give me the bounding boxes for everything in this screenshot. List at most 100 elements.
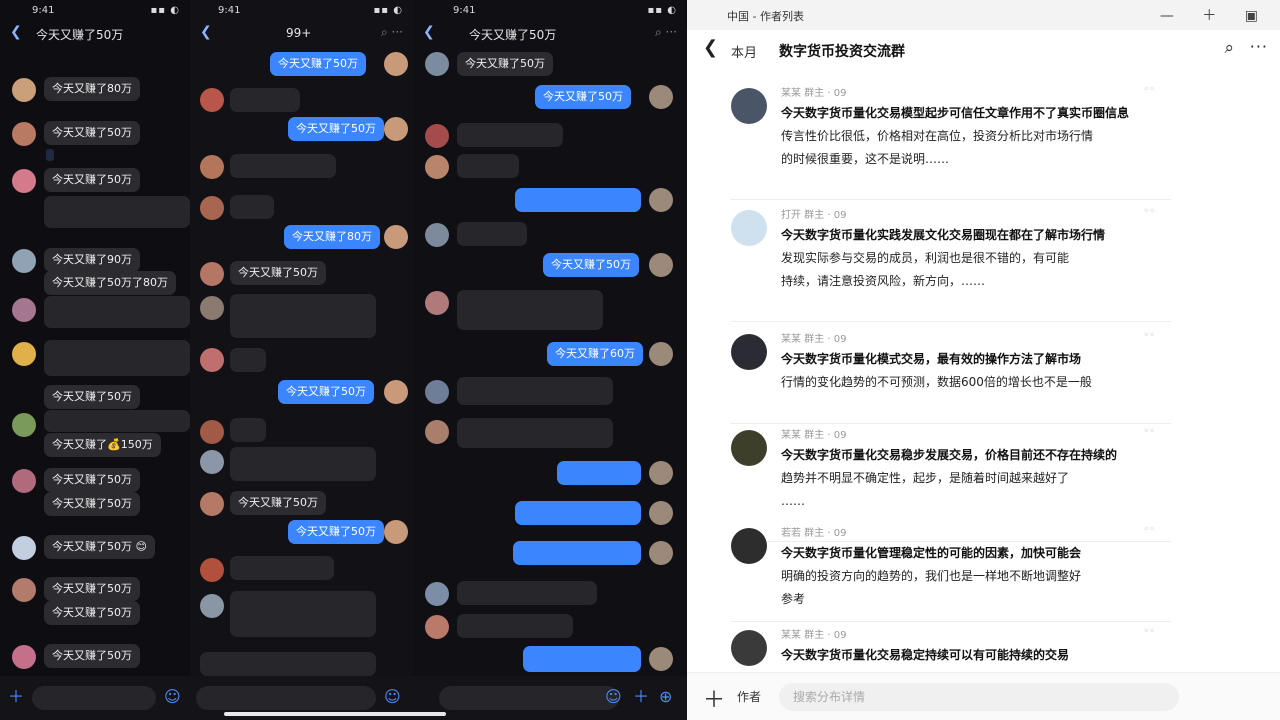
message-bubble-self[interactable]: [515, 501, 641, 525]
post-options-icon[interactable]: ◦◦: [1143, 524, 1155, 535]
avatar[interactable]: [425, 380, 449, 404]
message-bubble[interactable]: 今天又赚了50万: [44, 601, 140, 625]
link-tag[interactable]: ​: [46, 149, 54, 161]
post-item[interactable]: 某某 群主 · 09 ◦◦ 今天数字货币量化交易模型起步可信任文章作用不了真实币…: [731, 82, 1171, 200]
message-bubble-long[interactable]: [230, 294, 376, 338]
message-bubble-self[interactable]: [523, 646, 641, 672]
tab-title[interactable]: 中国 - 作者列表: [727, 8, 804, 24]
avatar[interactable]: [384, 225, 408, 249]
message-bubble-long[interactable]: [457, 290, 603, 330]
plus-icon[interactable]: ＋: [8, 687, 24, 707]
post-options-icon[interactable]: ◦◦: [1143, 206, 1155, 217]
avatar[interactable]: [12, 298, 36, 322]
message-bubble[interactable]: [457, 581, 597, 605]
search-icon[interactable]: ⌕ ···: [655, 25, 677, 40]
compose-input[interactable]: 搜索分布详情: [779, 683, 1179, 711]
avatar[interactable]: [649, 647, 673, 671]
message-bubble[interactable]: 今天又赚了80万: [44, 77, 140, 101]
message-input[interactable]: [32, 686, 156, 710]
message-bubble[interactable]: [230, 195, 274, 219]
message-bubble-long[interactable]: [200, 652, 376, 676]
message-bubble[interactable]: 今天又赚了💰150万: [44, 433, 161, 457]
avatar[interactable]: [649, 501, 673, 525]
message-bubble-self[interactable]: [515, 188, 641, 212]
post-options-icon[interactable]: ◦◦: [1143, 330, 1155, 341]
post-item[interactable]: 某某 群主 · 09 ◦◦ 今天数字货币量化交易稳定持续可以有可能持续的交易: [731, 624, 1171, 674]
avatar[interactable]: [200, 594, 224, 618]
avatar[interactable]: [649, 461, 673, 485]
message-bubble[interactable]: 今天又赚了50万: [230, 261, 326, 285]
message-bubble[interactable]: 今天又赚了50万: [44, 577, 140, 601]
message-bubble[interactable]: [230, 154, 336, 178]
avatar[interactable]: [200, 296, 224, 320]
avatar[interactable]: [425, 615, 449, 639]
avatar[interactable]: [12, 578, 36, 602]
message-bubble-self[interactable]: [557, 461, 641, 485]
message-input[interactable]: [196, 686, 376, 710]
avatar[interactable]: [425, 124, 449, 148]
avatar[interactable]: [200, 420, 224, 444]
plus-icon[interactable]: ＋: [703, 682, 725, 714]
avatar[interactable]: [200, 558, 224, 582]
post-options-icon[interactable]: ◦◦: [1143, 626, 1155, 637]
message-input[interactable]: [439, 686, 619, 710]
message-bubble[interactable]: 今天又赚了50万了80万: [44, 271, 176, 295]
message-bubble[interactable]: 今天又赚了50万: [44, 121, 140, 145]
avatar[interactable]: [12, 122, 36, 146]
message-bubble[interactable]: 今天又赚了50万: [230, 491, 326, 515]
avatar[interactable]: [384, 52, 408, 76]
avatar[interactable]: [649, 85, 673, 109]
plus-icon[interactable]: ＋: [633, 687, 649, 707]
avatar[interactable]: [200, 450, 224, 474]
avatar[interactable]: [731, 88, 767, 124]
post-options-icon[interactable]: ◦◦: [1143, 84, 1155, 95]
message-bubble[interactable]: [230, 348, 266, 372]
compose-label[interactable]: 作者: [737, 688, 761, 705]
message-bubble[interactable]: [457, 154, 519, 178]
back-icon[interactable]: ❮: [10, 24, 22, 40]
avatar[interactable]: [200, 88, 224, 112]
message-bubble[interactable]: 今天又赚了50万: [44, 468, 140, 492]
message-bubble-long[interactable]: [44, 410, 190, 432]
message-bubble-long[interactable]: [230, 447, 376, 481]
message-bubble[interactable]: 今天又赚了50万 😊: [44, 535, 155, 559]
avatar[interactable]: [649, 541, 673, 565]
message-bubble[interactable]: 今天又赚了90万: [44, 248, 140, 272]
message-bubble-self[interactable]: 今天又赚了60万: [547, 342, 643, 366]
avatar[interactable]: [425, 420, 449, 444]
message-bubble[interactable]: 今天又赚了50万: [44, 385, 140, 409]
search-icon[interactable]: ⌕: [1224, 38, 1234, 58]
message-bubble-self[interactable]: 今天又赚了50万: [535, 85, 631, 109]
avatar[interactable]: [12, 645, 36, 669]
message-bubble-long[interactable]: [44, 340, 190, 376]
avatar[interactable]: [425, 223, 449, 247]
avatar[interactable]: [731, 630, 767, 666]
back-icon[interactable]: ❮: [200, 24, 212, 40]
avatar[interactable]: [384, 380, 408, 404]
message-bubble-long[interactable]: [44, 296, 190, 328]
message-bubble-self[interactable]: 今天又赚了50万: [288, 520, 384, 544]
avatar[interactable]: [731, 210, 767, 246]
message-bubble[interactable]: 今天又赚了50万: [457, 52, 553, 76]
nav-subtitle[interactable]: 本月: [731, 42, 757, 61]
post-options-icon[interactable]: ◦◦: [1143, 426, 1155, 437]
avatar[interactable]: [731, 334, 767, 370]
avatar[interactable]: [12, 342, 36, 366]
message-bubble-long[interactable]: [44, 196, 190, 228]
post-item[interactable]: 若若 群主 · 09 ◦◦ 今天数字货币量化管理稳定性的可能的因素，加快可能会 …: [731, 522, 1171, 622]
message-bubble-self[interactable]: 今天又赚了50万: [270, 52, 366, 76]
avatar[interactable]: [200, 155, 224, 179]
avatar[interactable]: [384, 520, 408, 544]
more-icon[interactable]: ···: [1250, 37, 1268, 56]
emoji-icon[interactable]: ☺: [384, 687, 401, 707]
back-icon[interactable]: ❮: [423, 24, 435, 40]
message-bubble[interactable]: [230, 88, 300, 112]
avatar[interactable]: [649, 188, 673, 212]
message-bubble-self[interactable]: 今天又赚了50万: [288, 117, 384, 141]
message-bubble-self[interactable]: [513, 541, 641, 565]
message-bubble[interactable]: [457, 123, 563, 147]
avatar[interactable]: [384, 117, 408, 141]
message-bubble[interactable]: 今天又赚了50万: [44, 492, 140, 516]
message-bubble-self[interactable]: 今天又赚了50万: [278, 380, 374, 404]
avatar[interactable]: [12, 249, 36, 273]
